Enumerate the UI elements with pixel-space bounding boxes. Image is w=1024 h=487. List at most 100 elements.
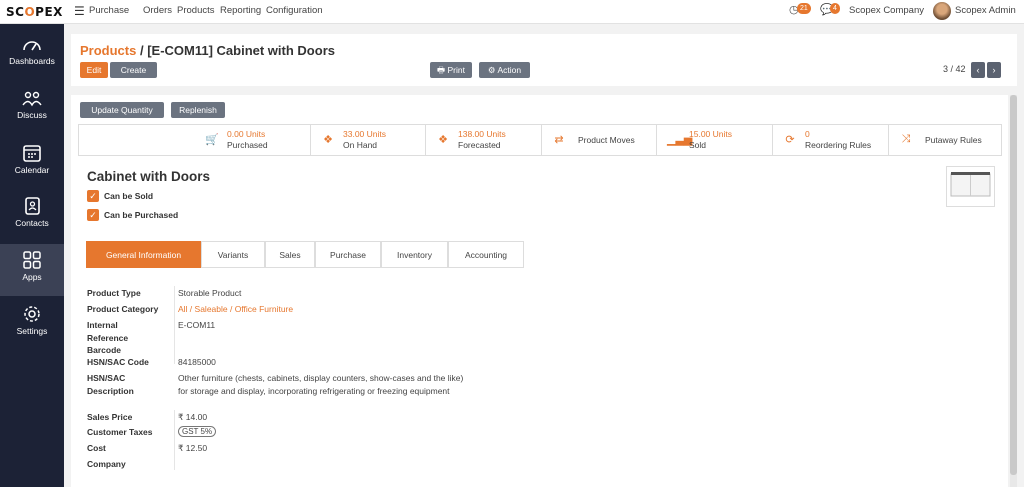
sidebar-item-label: Contacts — [15, 218, 49, 228]
internal-reference-label: Internal — [87, 320, 118, 330]
activity-count-badge: 21 — [797, 3, 811, 14]
sidebar-item-label: Settings — [16, 326, 48, 336]
edit-button[interactable]: Edit — [80, 62, 108, 78]
customer-taxes-field[interactable]: GST 5% — [178, 426, 217, 437]
random-arrows-icon: ⤨ — [901, 133, 911, 145]
product-image[interactable] — [946, 166, 995, 207]
sidebar-item-settings[interactable]: Settings — [0, 304, 64, 354]
stat-forecasted[interactable]: ❖ 138.00 Units Forecasted — [426, 125, 542, 155]
internal-reference-field[interactable]: E-COM11 — [178, 320, 215, 330]
company-label: Company — [87, 459, 126, 469]
sales-price-field[interactable]: ₹ 14.00 — [178, 412, 207, 423]
stat-sold[interactable]: ▁▃▅ 15.00 Units Sold — [657, 125, 773, 155]
printer-icon: 🖶 — [437, 65, 446, 75]
stat-purchased[interactable]: 🛒 0.00 Units Purchased — [195, 125, 311, 155]
can-be-purchased-checkbox[interactable]: ✓ — [87, 209, 99, 221]
pager-previous-button[interactable]: ‹ — [971, 62, 985, 78]
menu-configuration[interactable]: Configuration — [266, 5, 323, 16]
message-count-badge: 4 — [830, 3, 840, 14]
grid-icon — [23, 251, 41, 269]
user-avatar[interactable] — [933, 2, 951, 20]
chevron-left-icon: ‹ — [976, 65, 980, 75]
replenish-button[interactable]: Replenish — [171, 102, 225, 118]
can-be-sold-checkbox[interactable]: ✓ — [87, 190, 99, 202]
breadcrumb: Products / [E-COM11] Cabinet with Doors — [80, 43, 335, 58]
tab-purchase[interactable]: Purchase — [315, 241, 381, 268]
gauge-icon — [23, 41, 41, 51]
sidebar: Dashboards Discuss Calendar Contacts App… — [0, 24, 64, 487]
hsn-sac-code-label: HSN/SAC Code — [87, 357, 149, 367]
product-type-field[interactable]: Storable Product — [178, 288, 241, 298]
sidebar-item-label: Calendar — [14, 165, 50, 175]
pager-value: 3 / 42 — [943, 64, 966, 74]
user-menu[interactable]: Scopex Admin — [955, 5, 1016, 16]
menu-orders[interactable]: Orders — [143, 5, 172, 16]
company-switcher[interactable]: Scopex Company — [849, 5, 924, 16]
menu-toggle-icon[interactable]: ☰ — [74, 4, 85, 18]
create-button[interactable]: Create — [110, 62, 157, 78]
sidebar-item-calendar[interactable]: Calendar — [0, 143, 64, 193]
gear-icon — [24, 306, 40, 322]
stat-product-moves[interactable]: ⇄ Product Moves — [542, 125, 657, 155]
cost-label: Cost — [87, 443, 106, 453]
tax-tag[interactable]: GST 5% — [178, 426, 217, 437]
menu-products[interactable]: Products — [177, 5, 215, 16]
refresh-icon: ⟳ — [785, 134, 795, 146]
hsn-sac-description-label-line2: Description — [87, 386, 134, 396]
pager-next-button[interactable]: › — [987, 62, 1001, 78]
can-be-sold-label: Can be Sold — [104, 191, 154, 201]
hsn-sac-code-field[interactable]: 84185000 — [178, 357, 216, 367]
tab-accounting[interactable]: Accounting — [448, 241, 524, 268]
cubes-icon: ❖ — [438, 134, 448, 146]
breadcrumb-current: [E-COM11] Cabinet with Doors — [147, 43, 335, 58]
people-icon — [22, 91, 42, 107]
sidebar-item-label: Apps — [22, 272, 42, 282]
cabinet-image — [950, 172, 991, 197]
scopex-logo[interactable]: SCOPEX — [6, 5, 63, 19]
cart-icon: 🛒 — [205, 134, 219, 146]
hsn-sac-description-line2[interactable]: for storage and display, incorporating r… — [178, 386, 450, 396]
scrollbar-thumb[interactable] — [1010, 95, 1017, 475]
sidebar-item-discuss[interactable]: Discuss — [0, 90, 64, 140]
product-category-link[interactable]: All / Saleable / Office Furniture — [178, 304, 293, 314]
field-divider — [174, 286, 175, 364]
hsn-sac-description-label: HSN/SAC — [87, 373, 126, 383]
chevron-right-icon: › — [992, 65, 996, 75]
top-bar: SCOPEX ☰ Purchase Orders Products Report… — [0, 0, 1024, 24]
action-button[interactable]: ⚙ Action — [479, 62, 530, 78]
barcode-label: Barcode — [87, 345, 122, 355]
tab-variants[interactable]: Variants — [201, 241, 265, 268]
stat-reordering-rules[interactable]: ⟳ 0 Reordering Rules — [773, 125, 889, 155]
sidebar-item-label: Discuss — [17, 110, 47, 120]
cubes-icon: ❖ — [323, 134, 333, 146]
print-button[interactable]: 🖶 Print — [430, 62, 472, 78]
cost-field[interactable]: ₹ 12.50 — [178, 443, 207, 454]
calendar-icon — [23, 145, 41, 162]
sidebar-item-contacts[interactable]: Contacts — [0, 196, 64, 246]
product-category-label: Product Category — [87, 304, 159, 314]
sales-price-label: Sales Price — [87, 412, 133, 422]
breadcrumb-products-link[interactable]: Products — [80, 43, 136, 58]
field-divider — [174, 410, 175, 470]
product-name[interactable]: Cabinet with Doors — [87, 169, 210, 184]
exchange-icon: ⇄ — [554, 134, 564, 146]
tab-inventory[interactable]: Inventory — [381, 241, 448, 268]
hsn-sac-description-line1[interactable]: Other furniture (chests, cabinets, displ… — [178, 373, 463, 383]
can-be-purchased-label: Can be Purchased — [104, 210, 179, 220]
signal-bars-icon: ▁▃▅ — [667, 134, 693, 146]
menu-purchase[interactable]: Purchase — [89, 5, 129, 16]
menu-reporting[interactable]: Reporting — [220, 5, 261, 16]
internal-reference-label-line2: Reference — [87, 333, 129, 343]
update-quantity-button[interactable]: Update Quantity — [80, 102, 164, 118]
sidebar-item-dashboards[interactable]: Dashboards — [0, 36, 64, 86]
sidebar-item-apps[interactable]: Apps — [0, 244, 64, 296]
sidebar-item-label: Dashboards — [9, 56, 55, 66]
tab-general-information[interactable]: General Information — [86, 241, 201, 268]
stat-on-hand[interactable]: ❖ 33.00 Units On Hand — [311, 125, 426, 155]
tab-sales[interactable]: Sales — [265, 241, 315, 268]
product-type-label: Product Type — [87, 288, 141, 298]
control-panel: Products / [E-COM11] Cabinet with Doors — [71, 34, 1017, 86]
stat-putaway-rules[interactable]: ⤨ Putaway Rules — [889, 125, 1001, 155]
gear-icon: ⚙ — [487, 65, 496, 75]
smart-buttons: 🛒 0.00 Units Purchased ❖ 33.00 Units On … — [78, 124, 1002, 156]
